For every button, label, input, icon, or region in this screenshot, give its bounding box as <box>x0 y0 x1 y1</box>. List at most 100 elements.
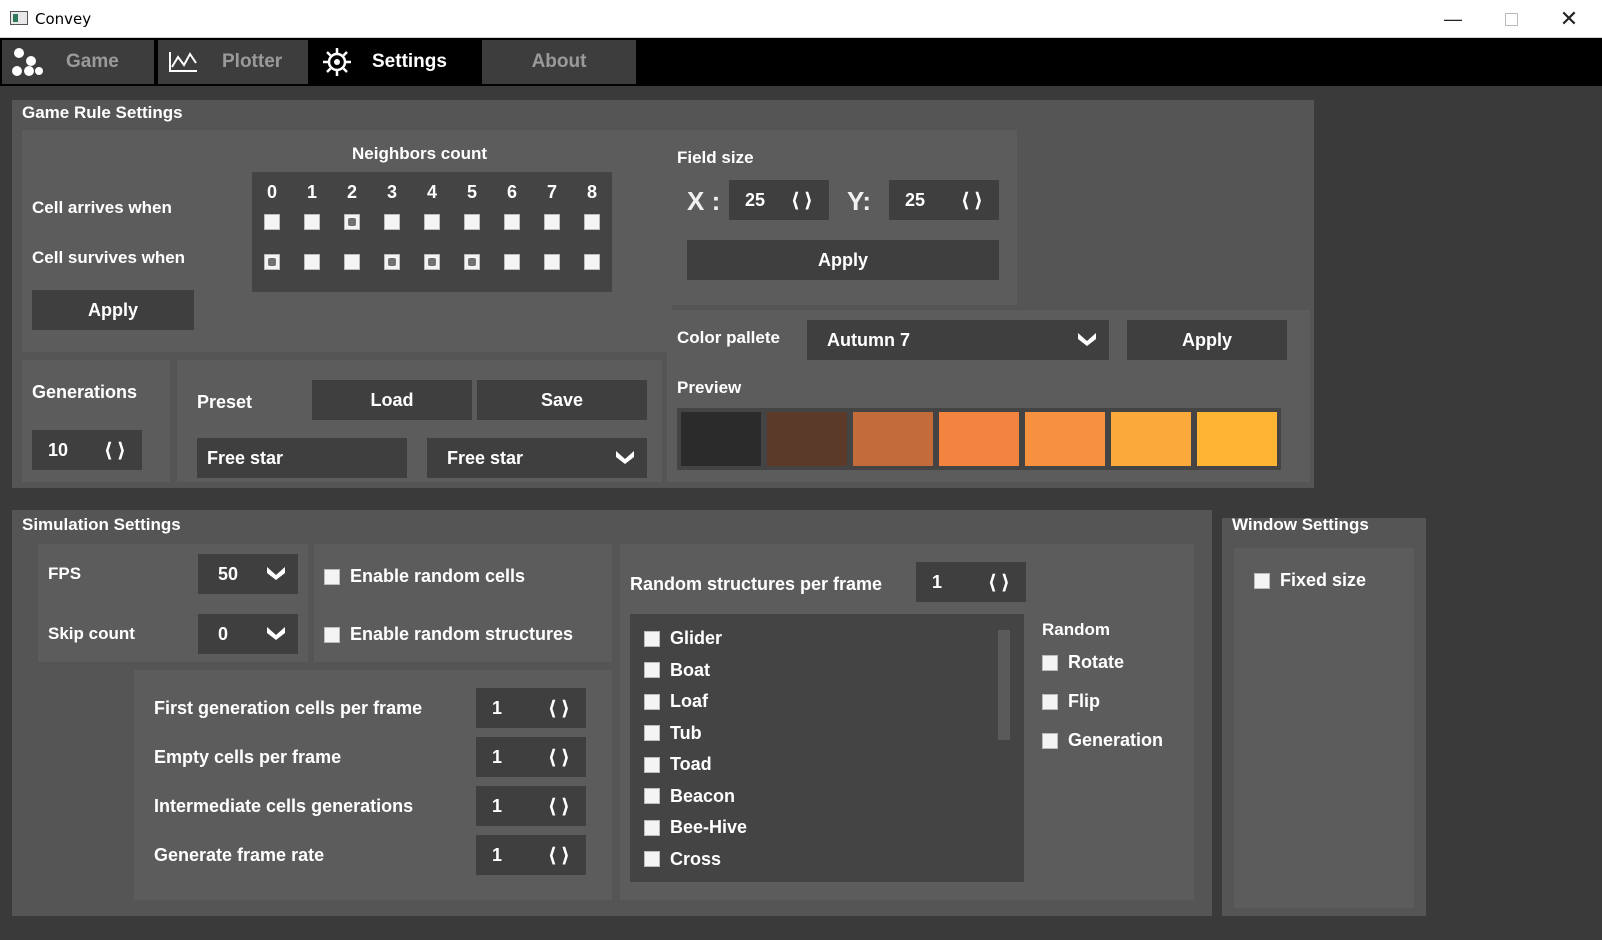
structure-checkbox[interactable] <box>644 788 660 804</box>
survives-checkbox-6[interactable] <box>504 254 520 270</box>
spin-arrows-icon[interactable]: ⟨⟩ <box>988 570 1014 595</box>
structure-item[interactable]: Boat <box>644 660 710 681</box>
preset-save-button[interactable]: Save <box>477 380 647 420</box>
structures-list[interactable]: Glider Boat Loaf Tub Toad Beacon Bee-Hive Cross <box>630 614 1024 882</box>
spin-arrows-icon[interactable]: ⟨⟩ <box>548 696 574 721</box>
structure-item[interactable]: Tub <box>644 723 702 744</box>
tab-plotter[interactable]: Plotter <box>158 40 308 84</box>
arrives-checkbox-4[interactable] <box>424 214 440 230</box>
fixed-size-checkbox[interactable] <box>1254 572 1270 589</box>
tab-about[interactable]: About <box>482 40 636 84</box>
spin-arrows-icon[interactable]: ⟨⟩ <box>104 438 130 463</box>
random-generation-checkbox[interactable] <box>1042 732 1058 749</box>
survives-checkbox-5[interactable] <box>464 254 480 270</box>
structure-label: Cross <box>670 848 722 869</box>
spin-arrows-icon[interactable]: ⟨⟩ <box>791 188 817 213</box>
structure-item[interactable]: Cross <box>644 849 721 870</box>
structure-label: Loaf <box>670 691 708 711</box>
spin-arrows-icon[interactable]: ⟨⟩ <box>548 843 574 868</box>
survives-checkbox-8[interactable] <box>584 254 600 270</box>
random-flip-checkbox[interactable] <box>1042 693 1058 710</box>
preset-select[interactable]: Free star <box>427 438 647 478</box>
arrives-checkbox-3[interactable] <box>384 214 400 230</box>
survives-checkbox-2[interactable] <box>344 254 360 270</box>
structure-item[interactable]: Toad <box>644 754 712 775</box>
structure-item[interactable]: Bee-Hive <box>644 817 747 838</box>
minimize-button[interactable]: — <box>1424 0 1482 38</box>
enable-random-structures-option[interactable]: Enable random structures <box>324 624 573 645</box>
color-swatch <box>1025 412 1105 466</box>
field-size-apply-button[interactable]: Apply <box>687 240 999 280</box>
arrives-checkbox-0[interactable] <box>264 214 280 230</box>
generations-spinbox[interactable]: 10 ⟨⟩ <box>32 430 142 470</box>
chevron-down-icon <box>266 623 286 646</box>
tab-settings[interactable]: Settings <box>312 40 468 84</box>
arrives-checkbox-8[interactable] <box>584 214 600 230</box>
structure-checkbox[interactable] <box>644 851 660 867</box>
random-option-rotate[interactable]: Rotate <box>1042 652 1124 673</box>
field-size-title: Field size <box>677 148 754 167</box>
enable-random-cells-checkbox[interactable] <box>324 568 340 585</box>
title-bar: Convey — ✕ <box>0 0 1602 38</box>
survives-checkbox-4[interactable] <box>424 254 440 270</box>
enable-random-structures-checkbox[interactable] <box>324 626 340 643</box>
structure-checkbox[interactable] <box>644 819 660 836</box>
structure-checkbox[interactable] <box>644 630 660 647</box>
first-generation-cells-spinbox[interactable]: 1 ⟨⟩ <box>476 688 586 728</box>
random-option-flip[interactable]: Flip <box>1042 691 1100 712</box>
generations-value: 10 <box>48 439 69 460</box>
preset-load-button[interactable]: Load <box>312 380 472 420</box>
arrives-checkbox-1[interactable] <box>304 214 320 230</box>
structure-item[interactable]: Loaf <box>644 691 708 712</box>
skip-count-select[interactable]: 0 <box>198 614 298 654</box>
survives-checkbox-3[interactable] <box>384 254 400 270</box>
tab-game[interactable]: Game <box>2 40 154 84</box>
spin-arrows-icon[interactable]: ⟨⟩ <box>961 188 987 213</box>
gear-icon <box>320 45 354 79</box>
fps-select[interactable]: 50 <box>198 554 298 594</box>
color-pallete-select[interactable]: Autumn 7 <box>807 320 1109 360</box>
chevron-down-icon <box>1077 329 1097 352</box>
intermediate-cells-generations-spinbox[interactable]: 1 ⟨⟩ <box>476 786 586 826</box>
close-button[interactable]: ✕ <box>1540 0 1598 38</box>
generate-frame-rate-spinbox[interactable]: 1 ⟨⟩ <box>476 835 586 875</box>
color-pallete-apply-button[interactable]: Apply <box>1127 320 1287 360</box>
fixed-size-option[interactable]: Fixed size <box>1254 570 1366 591</box>
structure-checkbox[interactable] <box>644 756 660 773</box>
structure-item[interactable]: Glider <box>644 628 722 649</box>
structure-label: Bee-Hive <box>670 817 748 837</box>
preset-name-input[interactable]: Free star <box>197 438 407 478</box>
spin-arrows-icon[interactable]: ⟨⟩ <box>548 794 574 819</box>
structure-label: Beacon <box>670 785 736 806</box>
empty-cells-spinbox[interactable]: 1 ⟨⟩ <box>476 737 586 777</box>
survives-checkbox-7[interactable] <box>544 254 560 270</box>
game-rule-settings-panel: Game Rule Settings Neighbors count Cell … <box>12 100 1314 488</box>
fps-value: 50 <box>218 563 239 584</box>
structure-item[interactable]: Beacon <box>644 786 735 807</box>
field-x-spinbox[interactable]: 25 ⟨⟩ <box>729 180 829 220</box>
arrives-checkbox-6[interactable] <box>504 214 520 230</box>
arrives-checkbox-2[interactable] <box>344 214 360 230</box>
preset-name-value: Free star <box>207 447 284 468</box>
random-rotate-checkbox[interactable] <box>1042 654 1058 671</box>
color-swatch <box>767 412 847 466</box>
structure-checkbox[interactable] <box>644 693 660 710</box>
structures-scrollbar[interactable] <box>998 630 1010 740</box>
arrives-checkbox-5[interactable] <box>464 214 480 230</box>
structure-checkbox[interactable] <box>644 662 660 678</box>
spin-arrows-icon[interactable]: ⟨⟩ <box>548 745 574 770</box>
structure-checkbox[interactable] <box>644 725 660 741</box>
random-option-generation[interactable]: Generation <box>1042 730 1163 751</box>
random-structures-spinbox[interactable]: 1 ⟨⟩ <box>916 562 1026 602</box>
empty-cells-label: Empty cells per frame <box>154 747 342 767</box>
neighbor-number: 1 <box>306 182 317 202</box>
survives-checkbox-1[interactable] <box>304 254 320 270</box>
arrives-checkbox-7[interactable] <box>544 214 560 230</box>
maximize-button[interactable] <box>1482 0 1540 38</box>
rules-apply-button[interactable]: Apply <box>32 290 194 330</box>
preset-label: Preset <box>197 392 253 412</box>
enable-random-cells-option[interactable]: Enable random cells <box>324 566 525 587</box>
simulation-settings-panel: Simulation Settings FPS 50 Skip count 0 … <box>12 510 1212 916</box>
survives-checkbox-0[interactable] <box>264 254 280 270</box>
field-y-spinbox[interactable]: 25 ⟨⟩ <box>889 180 999 220</box>
